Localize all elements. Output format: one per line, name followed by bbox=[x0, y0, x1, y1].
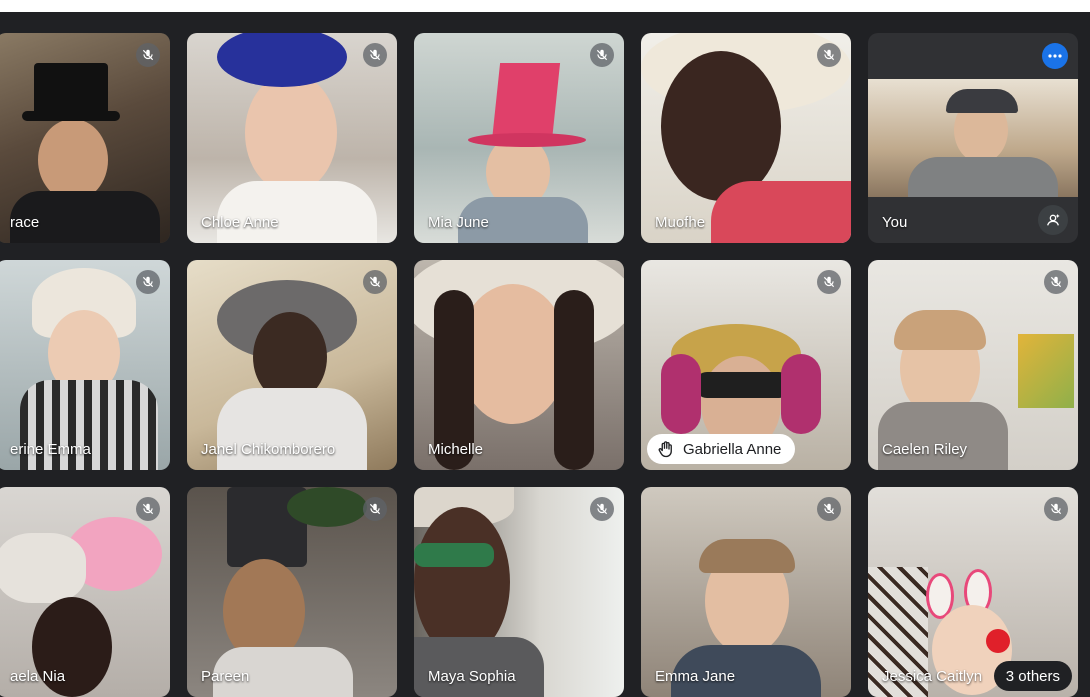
mic-off-icon bbox=[590, 43, 614, 67]
participant-name: aela Nia bbox=[10, 668, 66, 685]
mic-off-icon bbox=[136, 497, 160, 521]
mic-off-icon bbox=[1044, 270, 1068, 294]
participant-name: Jessica Caitlyn bbox=[882, 668, 983, 685]
mic-off-icon bbox=[136, 43, 160, 67]
self-tile[interactable]: You bbox=[868, 33, 1078, 243]
visual-effects-icon[interactable] bbox=[1038, 205, 1068, 235]
raised-hand-icon bbox=[658, 441, 672, 458]
participant-tile[interactable]: Mia June bbox=[414, 33, 624, 243]
participant-tile[interactable]: aela Nia bbox=[0, 487, 170, 697]
participant-name: Muofhe bbox=[655, 214, 706, 231]
participant-name: Janel Chikomborero bbox=[201, 441, 336, 458]
participant-tile[interactable]: Emma Jane bbox=[641, 487, 851, 697]
participant-name: Mia June bbox=[428, 214, 489, 231]
mic-off-icon bbox=[1044, 497, 1068, 521]
participant-name: Emma Jane bbox=[655, 668, 736, 685]
mic-off-icon bbox=[817, 43, 841, 67]
participant-name: Pareen bbox=[201, 668, 250, 685]
participant-tile[interactable]: erine Emma bbox=[0, 260, 170, 470]
mic-off-icon bbox=[363, 43, 387, 67]
participant-name: Maya Sophia bbox=[428, 668, 516, 685]
participant-tile[interactable]: Jessica Caitlyn 3 others bbox=[868, 487, 1078, 697]
participant-tile[interactable]: race bbox=[0, 33, 170, 243]
participant-tile[interactable]: Maya Sophia bbox=[414, 487, 624, 697]
participant-name: Gabriella Anne bbox=[683, 440, 782, 458]
mic-off-icon bbox=[817, 497, 841, 521]
mic-off-icon bbox=[363, 270, 387, 294]
mic-off-icon bbox=[363, 497, 387, 521]
participant-name: race bbox=[10, 214, 40, 231]
participant-tile[interactable]: Pareen bbox=[187, 487, 397, 697]
participant-name: Michelle bbox=[428, 441, 484, 458]
participant-name: Caelen Riley bbox=[882, 441, 968, 458]
more-options-icon[interactable] bbox=[1042, 43, 1068, 69]
others-button[interactable]: 3 others bbox=[993, 661, 1072, 691]
mic-off-icon bbox=[590, 497, 614, 521]
participant-name: You bbox=[882, 214, 908, 231]
participant-tile[interactable]: Gabriella Anne bbox=[641, 260, 851, 470]
participant-tile[interactable]: Muofhe bbox=[641, 33, 851, 243]
mic-off-icon bbox=[817, 270, 841, 294]
participant-name: erine Emma bbox=[10, 441, 91, 458]
meeting-grid: race Chloe Anne Mia June Muofhe You erin… bbox=[0, 12, 1090, 697]
participant-name: Chloe Anne bbox=[201, 214, 279, 231]
mic-off-icon bbox=[136, 270, 160, 294]
participant-tile[interactable]: Caelen Riley bbox=[868, 260, 1078, 470]
self-video bbox=[868, 79, 1078, 197]
participant-tile[interactable]: Michelle bbox=[414, 260, 624, 470]
participant-tile[interactable]: Chloe Anne bbox=[187, 33, 397, 243]
raised-hand-chip[interactable]: Gabriella Anne bbox=[647, 434, 796, 464]
participant-tile[interactable]: Janel Chikomborero bbox=[187, 260, 397, 470]
